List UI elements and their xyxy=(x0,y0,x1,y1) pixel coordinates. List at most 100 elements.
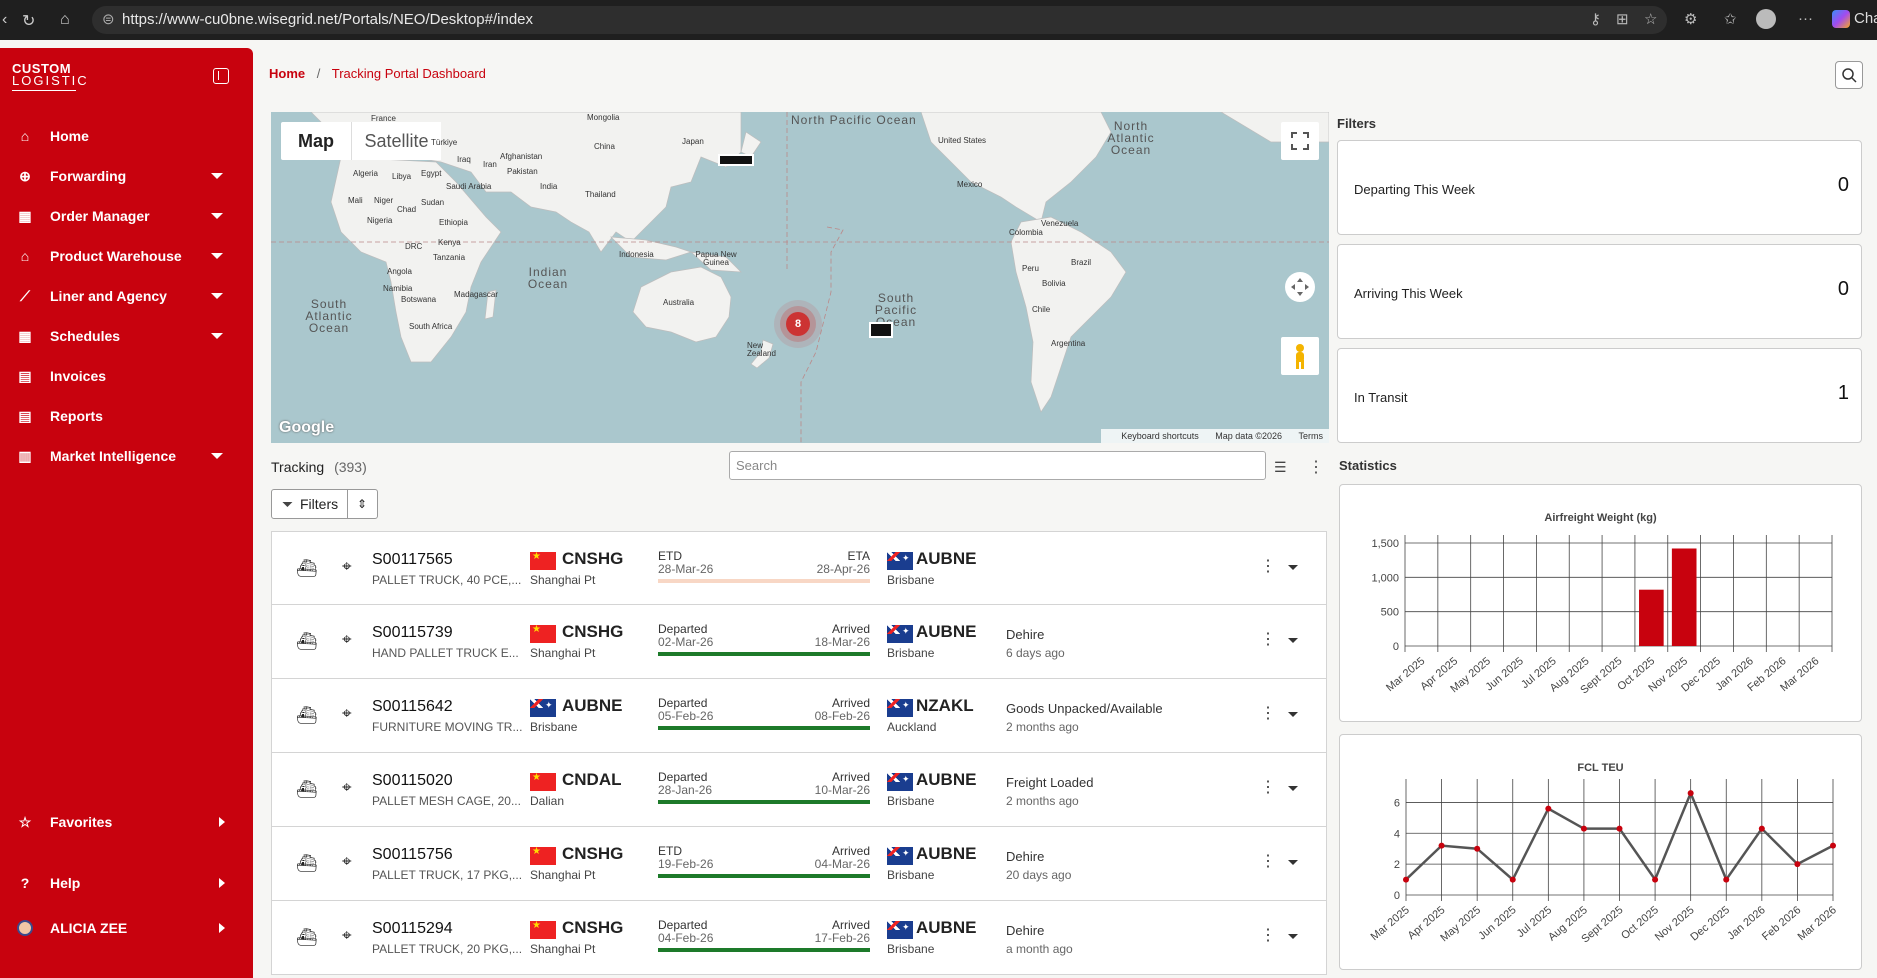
location-pin-icon[interactable]: ⌖ xyxy=(342,557,352,577)
sort-icon[interactable]: ☰ xyxy=(1274,459,1287,476)
shipment-ref[interactable]: S00115642 xyxy=(372,698,453,716)
sidebar-item-reports[interactable]: ▤ Reports xyxy=(0,398,253,434)
copilot-icon[interactable] xyxy=(1832,10,1850,28)
expand-row-icon[interactable] xyxy=(1288,565,1298,570)
location-pin-icon[interactable]: ⌖ xyxy=(342,852,352,872)
destination-flag-icon xyxy=(887,699,913,717)
map-place-label: France xyxy=(371,114,396,123)
expand-row-icon[interactable] xyxy=(1288,860,1298,865)
sidebar-item-product-warehouse[interactable]: ⌂ Product Warehouse xyxy=(0,238,253,274)
chevron-down-icon xyxy=(211,453,223,459)
expand-row-icon[interactable] xyxy=(1288,712,1298,717)
origin-name: Shanghai Pt xyxy=(530,646,596,660)
profile-icon[interactable] xyxy=(1756,9,1776,29)
expand-row-icon[interactable] xyxy=(1288,934,1298,939)
tracking-row[interactable]: ⛴ ⌖ S00115294 PALLET TRUCK, 20 PKG,... CNSHG… xyxy=(271,901,1327,975)
sidebar-item-help[interactable]: ? Help xyxy=(0,865,253,901)
back-icon[interactable]: ‹ xyxy=(2,11,7,29)
shipment-map[interactable]: Map Satellite North Pacific Ocean North … xyxy=(271,112,1329,443)
sidebar-item-invoices[interactable]: ▤ Invoices xyxy=(0,358,253,394)
breadcrumb-home-link[interactable]: Home xyxy=(269,66,305,81)
departing-this-week-card[interactable]: Departing This Week 0 xyxy=(1337,140,1862,235)
row-menu-icon[interactable]: ⋮ xyxy=(1260,556,1276,576)
ocean-label: Indian Ocean xyxy=(527,265,569,291)
map-place-label: Chile xyxy=(1032,305,1051,314)
row-menu-icon[interactable]: ⋮ xyxy=(1260,777,1276,797)
shipment-ref[interactable]: S00115756 xyxy=(372,846,453,864)
favorite-star-icon[interactable]: ☆ xyxy=(1644,10,1657,28)
map-place-label: Mongolia xyxy=(587,113,620,122)
fullscreen-button[interactable] xyxy=(1281,122,1319,160)
menu-dots-icon[interactable]: ··· xyxy=(1798,10,1813,27)
fullscreen-icon xyxy=(1291,132,1309,150)
company-logo[interactable]: CUSTOM LOGISTIC xyxy=(12,62,89,91)
sidebar-item-user[interactable]: ALICIA ZEE xyxy=(0,910,253,946)
expand-row-icon[interactable] xyxy=(1288,638,1298,643)
row-menu-icon[interactable]: ⋮ xyxy=(1260,629,1276,649)
location-pin-icon[interactable]: ⌖ xyxy=(342,704,352,724)
tracking-search-input[interactable]: Search xyxy=(729,451,1266,480)
global-search-button[interactable] xyxy=(1835,61,1863,89)
location-pin-icon[interactable]: ⌖ xyxy=(342,926,352,946)
site-info-icon[interactable]: ⊜ xyxy=(102,6,115,34)
street-view-button[interactable] xyxy=(1281,337,1319,375)
tracking-row[interactable]: ⛴ ⌖ S00117565 PALLET TRUCK, 40 PCE,... CNSHG… xyxy=(271,531,1327,605)
row-menu-icon[interactable]: ⋮ xyxy=(1260,703,1276,723)
collapse-sidebar-icon[interactable] xyxy=(213,68,229,84)
transit-progress-bar xyxy=(658,579,870,583)
sidebar-item-order-manager[interactable]: ▦ Order Manager xyxy=(0,198,253,234)
location-pin-icon[interactable]: ⌖ xyxy=(342,778,352,798)
map-pan-control[interactable] xyxy=(1285,272,1315,302)
arrival-label: Arrived xyxy=(831,622,870,636)
shipment-status: Dehire xyxy=(1006,849,1045,864)
shipment-ref[interactable]: S00115739 xyxy=(372,624,453,642)
tracking-row[interactable]: ⛴ ⌖ S00115739 HAND PALLET TRUCK E... CNSHG Sh… xyxy=(271,605,1327,679)
map-type-satellite-tab[interactable]: Satellite xyxy=(351,122,441,160)
expand-row-icon[interactable] xyxy=(1288,786,1298,791)
shipment-ref[interactable]: S00117565 xyxy=(372,551,453,569)
row-menu-icon[interactable]: ⋮ xyxy=(1260,925,1276,945)
key-icon[interactable]: ⚷ xyxy=(1590,10,1601,28)
in-transit-card[interactable]: In Transit 1 xyxy=(1337,348,1862,443)
shipment-desc: PALLET TRUCK, 40 PCE,... xyxy=(372,573,522,587)
map-place-label: United States xyxy=(938,136,987,145)
map-place-label: Papua New Guinea xyxy=(695,250,737,267)
extensions-icon[interactable]: ⚙ xyxy=(1684,10,1697,28)
sidebar-item-home[interactable]: ⌂ Home xyxy=(0,118,253,154)
apps-icon[interactable]: ⊞ xyxy=(1616,10,1629,28)
address-bar[interactable]: ⊜ https://www-cu0bne.wisegrid.net/Portal… xyxy=(92,6,1667,34)
home-browser-icon[interactable]: ⌂ xyxy=(60,11,70,29)
sidebar-item-forwarding[interactable]: ⊕ Forwarding xyxy=(0,158,253,194)
shipment-ref[interactable]: S00115294 xyxy=(372,920,453,938)
more-options-icon[interactable]: ⋮ xyxy=(1308,457,1324,477)
terms-link[interactable]: Terms xyxy=(1299,431,1324,441)
port-marker-icon[interactable] xyxy=(869,322,893,338)
favorites-bar-icon[interactable]: ✩ xyxy=(1724,10,1737,28)
warehouse-icon: ⌂ xyxy=(20,248,30,264)
sidebar-item-favorites[interactable]: ☆ Favorites xyxy=(0,804,253,840)
tracking-row[interactable]: ⛴ ⌖ S00115020 PALLET MESH CAGE, 20... CNDAL D… xyxy=(271,753,1327,827)
shipment-desc: PALLET TRUCK, 20 PKG,... xyxy=(372,942,523,956)
reload-icon[interactable]: ↻ xyxy=(22,11,35,31)
tracking-row[interactable]: ⛴ ⌖ S00115756 PALLET TRUCK, 17 PKG,... CNSHG… xyxy=(271,827,1327,901)
destination-name: Auckland xyxy=(887,720,937,734)
keyboard-shortcuts-link[interactable]: Keyboard shortcuts xyxy=(1121,431,1199,441)
map-type-map-tab[interactable]: Map xyxy=(281,122,351,160)
transit-progress-bar xyxy=(658,800,870,804)
sidebar-item-liner-agency[interactable]: ⟋ Liner and Agency xyxy=(0,278,253,314)
row-menu-icon[interactable]: ⋮ xyxy=(1260,851,1276,871)
copilot-label[interactable]: Cha xyxy=(1854,10,1877,27)
sidebar-item-schedules[interactable]: ▦ Schedules xyxy=(0,318,253,354)
tracking-row[interactable]: ⛴ ⌖ S00115642 FURNITURE MOVING TR... AUBNE Br… xyxy=(271,679,1327,753)
map-place-label: DRC xyxy=(405,242,423,251)
y-tick-label: 500 xyxy=(1381,607,1399,619)
destination-flag-icon xyxy=(887,921,913,939)
arriving-this-week-card[interactable]: Arriving This Week 0 xyxy=(1337,244,1862,339)
sort-toggle-icon[interactable]: ⇕ xyxy=(357,490,367,518)
port-marker-icon[interactable] xyxy=(718,154,754,166)
filters-button[interactable]: ⏷ Filters ⇕ xyxy=(271,489,378,519)
shipment-ref[interactable]: S00115020 xyxy=(372,772,453,790)
sidebar-item-market-intelligence[interactable]: ▥ Market Intelligence xyxy=(0,438,253,474)
location-pin-icon[interactable]: ⌖ xyxy=(342,630,352,650)
shipment-cluster-marker[interactable]: 8 xyxy=(786,312,810,336)
